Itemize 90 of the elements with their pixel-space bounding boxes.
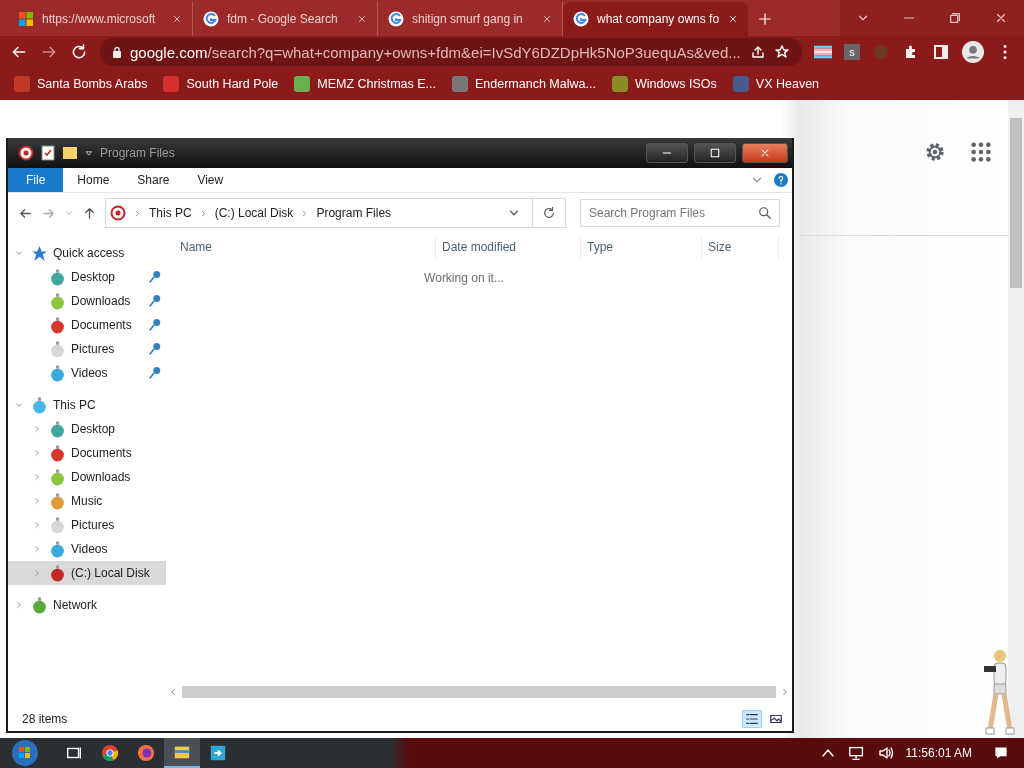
side-panel-icon[interactable] xyxy=(932,44,950,60)
breadcrumb-item[interactable]: (C:) Local Disk xyxy=(214,206,294,220)
details-view-icon[interactable] xyxy=(745,712,759,726)
bookmark[interactable]: Endermanch Malwa... xyxy=(452,76,596,92)
browser-tab[interactable]: fdm - Google Search xyxy=(193,2,378,36)
bookmark[interactable]: South Hard Pole xyxy=(163,76,279,92)
breadcrumb-item[interactable]: Program Files xyxy=(316,206,392,220)
remote-desktop-icon[interactable] xyxy=(209,744,227,762)
volume-icon[interactable] xyxy=(877,745,894,761)
column-header[interactable]: Name xyxy=(166,235,436,259)
nav-item[interactable]: This PC xyxy=(8,393,166,417)
nav-item[interactable]: Pictures xyxy=(8,513,166,537)
disk-icon xyxy=(18,145,34,161)
ribbon-tab[interactable]: File xyxy=(8,168,64,192)
google-icon xyxy=(203,11,219,27)
lock-icon xyxy=(112,46,122,58)
bookmark[interactable]: Windows ISOs xyxy=(611,76,717,92)
close-tab-icon[interactable] xyxy=(542,14,552,24)
address-bar[interactable]: google.com/search?q=what+company+owns+fdm&ei=IvSdY6DZDpHk5NoP3uequAs&ved... xyxy=(100,38,802,66)
nav-item[interactable]: Quick access xyxy=(8,241,166,265)
close-tab-icon[interactable] xyxy=(357,14,367,24)
nav-item[interactable]: Videos xyxy=(8,537,166,561)
windows-logo-icon xyxy=(18,11,34,27)
bookmark[interactable]: MEMZ Christmas E... xyxy=(294,76,436,92)
nav-item[interactable]: Downloads xyxy=(8,289,166,313)
breadcrumb-item[interactable]: This PC xyxy=(149,206,192,220)
close-tab-icon[interactable] xyxy=(728,14,738,24)
google-icon xyxy=(573,11,589,27)
help-icon[interactable] xyxy=(774,173,788,187)
clock[interactable]: 11:56:01 AM xyxy=(905,746,972,760)
extension-icon[interactable]: s xyxy=(844,44,860,60)
nav-item[interactable]: Pictures xyxy=(8,337,166,361)
maximize-button[interactable] xyxy=(694,143,736,163)
thumbnails-view-icon[interactable] xyxy=(769,712,783,726)
disk-icon xyxy=(110,205,126,221)
start-orb-icon[interactable] xyxy=(10,738,40,768)
browser-tab[interactable]: https://www.microsoft xyxy=(8,2,193,36)
new-tab-icon[interactable] xyxy=(758,12,772,26)
column-header[interactable]: Date modified xyxy=(436,235,581,259)
nav-item[interactable]: Documents xyxy=(8,313,166,337)
ribbon-tab[interactable]: Home xyxy=(63,168,124,192)
profile-icon[interactable] xyxy=(962,41,984,63)
ribbon-tab[interactable]: Share xyxy=(123,168,184,192)
window-title: Program Files xyxy=(100,146,176,160)
close-icon xyxy=(759,147,771,159)
nav-item[interactable]: Desktop xyxy=(8,417,166,441)
chrome-icon[interactable] xyxy=(101,744,119,762)
notifications-icon[interactable] xyxy=(992,745,1010,761)
apps-grid-icon[interactable] xyxy=(970,141,992,163)
item-count: 28 items xyxy=(22,712,68,726)
nav-item[interactable]: Network xyxy=(8,593,166,617)
share-icon[interactable] xyxy=(750,44,766,60)
nav-item[interactable]: Documents xyxy=(8,441,166,465)
nav-item[interactable]: Downloads xyxy=(8,465,166,489)
scroll-left-icon[interactable] xyxy=(168,687,178,697)
nav-item[interactable]: (C:) Local Disk xyxy=(8,561,166,585)
column-header[interactable]: Size xyxy=(702,235,779,259)
chevron-icon xyxy=(133,208,142,218)
up-arrow-icon[interactable] xyxy=(82,205,97,221)
firefox-icon[interactable] xyxy=(137,744,155,762)
nav-item[interactable]: Music xyxy=(8,489,166,513)
bookmark[interactable]: VX Heaven xyxy=(732,76,820,92)
properties-icon[interactable] xyxy=(40,145,56,161)
close-icon[interactable] xyxy=(994,11,1008,25)
close-button[interactable] xyxy=(742,143,788,163)
close-tab-icon[interactable] xyxy=(172,14,182,24)
bookmark[interactable]: Santa Bombs Arabs xyxy=(14,76,148,92)
refresh-icon[interactable] xyxy=(542,206,556,220)
restore-icon[interactable] xyxy=(948,11,962,25)
search-field[interactable]: Search Program Files xyxy=(580,199,780,227)
browser-tab[interactable]: what company owns fo xyxy=(563,2,748,36)
folder-icon[interactable] xyxy=(62,145,78,161)
search-icon xyxy=(758,206,772,220)
status-message: Working on it... xyxy=(424,271,504,285)
google-icon xyxy=(388,11,404,27)
scroll-right-icon[interactable] xyxy=(780,687,790,697)
flag-icon[interactable] xyxy=(814,44,832,60)
nav-item[interactable]: Desktop xyxy=(8,265,166,289)
nav-item[interactable]: Videos xyxy=(8,361,166,385)
reload-icon[interactable] xyxy=(70,43,88,61)
column-header[interactable]: Type xyxy=(581,235,702,259)
settings-icon[interactable] xyxy=(924,141,946,163)
horizontal-scrollbar[interactable] xyxy=(182,686,776,698)
scrollbar[interactable] xyxy=(1008,100,1024,738)
dropdown-arrow-icon[interactable] xyxy=(84,148,94,158)
ribbon-tab[interactable]: View xyxy=(183,168,238,192)
address-field[interactable]: This PC (C:) Local Disk Program Files xyxy=(105,198,566,228)
maximize-icon xyxy=(709,147,721,159)
network-icon[interactable] xyxy=(847,745,866,761)
star-icon[interactable] xyxy=(774,44,790,60)
